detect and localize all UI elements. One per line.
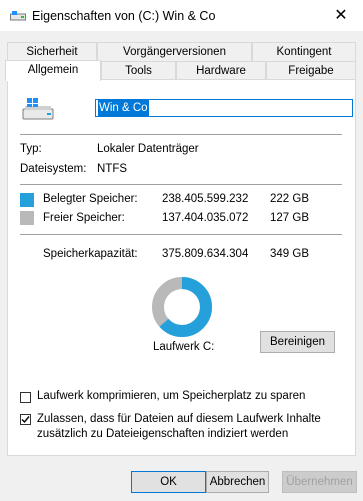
capacity-gb: 349 GB — [270, 248, 309, 260]
used-gb: 222 GB — [270, 193, 309, 205]
apply-button-label: Übernehmen — [286, 476, 353, 488]
type-label: Typ: — [20, 143, 42, 155]
index-label-line2: zusätzlich zu Dateieigenschaften indizie… — [37, 428, 289, 440]
used-bytes: 238.405.599.232 — [162, 193, 249, 205]
tab-tools[interactable]: Tools — [101, 61, 176, 80]
filesystem-label: Dateisystem: — [20, 163, 87, 175]
cleanup-button[interactable]: Bereinigen — [260, 331, 335, 353]
cancel-button-label: Abbrechen — [209, 476, 266, 488]
capacity-bytes: 375.809.634.304 — [162, 248, 249, 260]
free-bytes: 137.404.035.072 — [162, 212, 249, 224]
used-label: Belegter Speicher: — [43, 193, 138, 205]
tab-kontingent[interactable]: Kontingent — [252, 42, 356, 61]
free-color-swatch — [20, 211, 34, 225]
apply-button[interactable]: Übernehmen — [282, 471, 357, 493]
compress-checkbox[interactable] — [20, 392, 31, 403]
cleanup-button-label: Bereinigen — [270, 336, 325, 348]
checkmark-icon — [21, 416, 30, 424]
compress-label: Laufwerk komprimieren, um Speicherplatz … — [37, 390, 306, 402]
tab-sicherheit[interactable]: Sicherheit — [7, 42, 97, 61]
drive-icon-large — [20, 96, 56, 125]
used-color-swatch — [20, 193, 34, 207]
title-bar: Eigenschaften von (C:) Win & Co ✕ — [0, 0, 363, 31]
filesystem-value: NTFS — [97, 163, 128, 175]
ok-button-label: OK — [160, 476, 177, 488]
capacity-label: Speicherkapazität: — [43, 248, 138, 260]
drive-icon — [10, 11, 26, 24]
type-value: Lokaler Datenträger — [97, 143, 199, 155]
index-label-line1: Zulassen, dass für Dateien auf diesem La… — [37, 413, 321, 425]
separator — [20, 184, 342, 185]
cancel-button[interactable]: Abbrechen — [206, 471, 269, 493]
close-button[interactable]: ✕ — [319, 0, 363, 31]
ok-button[interactable]: OK — [131, 471, 206, 493]
window-title: Eigenschaften von (C:) Win & Co — [32, 9, 216, 23]
separator — [20, 234, 342, 235]
drive-name-value: Win & Co — [98, 100, 149, 116]
tab-allgemein[interactable]: Allgemein — [5, 60, 101, 81]
drive-label: Laufwerk C: — [153, 341, 215, 353]
usage-donut-chart — [152, 277, 212, 337]
index-checkbox[interactable] — [20, 414, 31, 425]
free-label: Freier Speicher: — [43, 212, 125, 224]
tab-hardware[interactable]: Hardware — [176, 61, 266, 80]
drive-name-input[interactable]: Win & Co — [95, 99, 353, 117]
tab-freigabe[interactable]: Freigabe — [266, 61, 356, 80]
tab-vorgaengerversionen[interactable]: Vorgängerversionen — [97, 42, 252, 61]
separator — [20, 134, 342, 135]
free-gb: 127 GB — [270, 212, 309, 224]
